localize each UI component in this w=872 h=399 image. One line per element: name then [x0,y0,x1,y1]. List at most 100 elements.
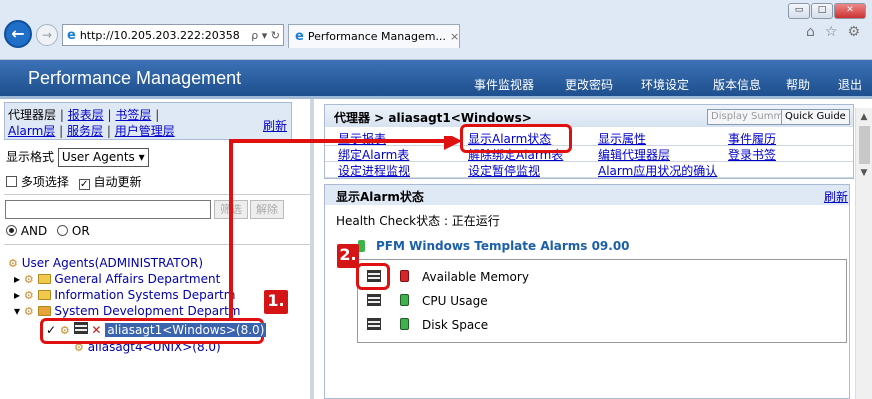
display-format-label: 显示格式 [6,150,55,164]
link-show-properties[interactable]: 显示属性 [598,130,646,147]
window-buttons: ▭ □ ✕ [788,3,866,21]
menu-change-password[interactable]: 更改密码 [565,76,613,93]
tree-item[interactable]: ▸ ⚙ General Affairs Department [14,272,220,286]
gear-icon: ⚙ [59,324,70,337]
tab-close-icon[interactable]: × [450,30,459,43]
auto-update-label: 自动更新 [93,175,142,189]
link-edit-agent-hierarchy[interactable]: 编辑代理器层 [598,146,670,163]
folder-icon [37,290,51,300]
display-format-select[interactable]: User Agents ▾ [57,148,149,167]
alarm-error-icon: ✕ [91,323,102,337]
expand-icon[interactable]: ▸ [14,272,20,286]
open-folder-icon [37,306,51,316]
health-check-status: Health Check状态 : 正在运行 [336,214,500,228]
tab-service-hierarchy[interactable]: 服务层 [67,124,103,138]
auto-update-checkbox[interactable]: ✓ [78,179,90,190]
browser-toolbar: ⌂ ☆ ⚙ [806,24,860,40]
tree-item[interactable]: ▾ ⚙ System Development Departm [14,304,240,318]
selected-agent-label: aliasagt1<Windows>(8.0) [105,323,267,337]
close-window-button[interactable]: ✕ [834,3,866,19]
right-scrollbar[interactable]: ▲ ▼ [855,108,872,399]
filter-input[interactable] [5,200,211,219]
favorites-star-icon[interactable]: ☆ [825,24,838,40]
ie-logo-icon: e [67,27,76,43]
alarm-name: Disk Space [422,318,489,332]
tree-root[interactable]: ⚙ User Agents(ADMINISTRATOR) [8,256,203,270]
tab-alarm-hierarchy[interactable]: Alarm层 [8,124,55,138]
step2-icon-highlight [356,263,390,290]
tab-title: Performance Managem... [307,30,446,43]
agent-monitor-icon [73,322,88,334]
expand-icon[interactable]: ▸ [14,288,20,302]
home-icon[interactable]: ⌂ [806,24,815,40]
scroll-thumb[interactable] [858,126,870,164]
display-format-row: 显示格式 User Agents ▾ [6,148,149,167]
settings-gear-icon[interactable]: ⚙ [847,24,860,40]
alarm-name: Available Memory [422,270,529,284]
alarm-monitor-icon[interactable] [367,294,381,309]
breadcrumb-prefix: 代理器 > [334,111,385,125]
gear-icon: ⚙ [23,305,34,318]
and-or-row: AND OR [6,224,90,238]
alarm-table-status-icon [358,240,365,252]
tree-item-label: System Development Departm [54,304,241,318]
and-radio[interactable] [6,225,17,236]
forward-button[interactable]: → [36,24,58,46]
address-bar[interactable]: e http://10.205.203.222:20358 ρ ▾ ↻ [62,24,284,46]
alarm-status-red-icon [400,270,409,285]
alarm-status-green-icon [400,318,409,333]
alarm-status-title: 显示Alarm状态 [336,190,424,204]
or-label: OR [71,224,90,238]
menu-logout[interactable]: 退出 [838,76,862,93]
menu-environment[interactable]: 环境设定 [641,76,689,93]
menu-version-info[interactable]: 版本信息 [713,76,761,93]
menu-event-monitor[interactable]: 事件监视器 [474,76,534,93]
tree-item[interactable]: ▸ ⚙ Information Systems Departm [14,288,235,302]
menu-help[interactable]: 帮助 [786,76,810,93]
alarm-refresh-link[interactable]: 刷新 [824,188,848,205]
address-controls[interactable]: ρ ▾ ↻ [251,29,283,42]
link-pause-monitor[interactable]: 设定暂停监视 [468,162,540,179]
quick-guide-button[interactable]: Quick Guide [781,109,850,125]
or-radio[interactable] [57,225,69,236]
breadcrumb-agent: aliasagt1<Windows> [388,111,532,125]
collapse-icon[interactable]: ▾ [14,304,20,318]
back-button[interactable]: ← [4,20,32,48]
ie-tab-icon: e [295,29,304,44]
url-text[interactable]: http://10.205.203.222:20358 [80,29,240,42]
step2-link-highlight [460,124,572,153]
folder-icon [37,274,51,284]
selected-agent-row[interactable]: ✓ ⚙ ✕ aliasagt1<Windows>(8.0) [46,322,267,337]
gear-icon: ⚙ [23,273,34,286]
link-alarm-usage-check[interactable]: Alarm应用状况的确认 [598,162,717,179]
tabs-row-2: Alarm层 | 服务层 | 用户管理层 [8,124,175,138]
tab-report-hierarchy[interactable]: 报表层 [68,108,104,122]
scroll-down-icon[interactable]: ▼ [856,168,872,178]
tab-bookmark-hierarchy[interactable]: 书签层 [115,108,151,122]
tab-agent-hierarchy[interactable]: 代理器层 [8,108,56,122]
browser-tab[interactable]: e Performance Managem... × [288,24,460,48]
link-register-bookmark[interactable]: 登录书签 [728,146,776,163]
tree-item-label: General Affairs Department [54,272,221,286]
tree-root-label: User Agents(ADMINISTRATOR) [21,256,204,270]
alarm-table-title[interactable]: PFM Windows Template Alarms 09.00 [376,239,630,253]
left-refresh-link[interactable]: 刷新 [263,117,287,134]
agents-root-icon: ⚙ [8,257,18,270]
tree-item-label: Information Systems Departm [54,288,236,302]
app-title: Performance Management [28,68,242,88]
multi-select-checkbox[interactable] [6,176,17,187]
link-event-history[interactable]: 事件履历 [728,130,776,147]
tabs-row-1: 代理器层 | 报表层 | 书签层 | [8,108,160,122]
tab-user-management[interactable]: 用户管理层 [115,124,175,138]
minimize-button[interactable]: ▭ [788,3,810,19]
alarm-monitor-icon[interactable] [367,318,381,333]
step2-badge: 2. [337,244,359,268]
and-label: AND [20,224,48,238]
alarm-status-green-icon [400,294,409,309]
options-row: 多项选择 ✓ 自动更新 [6,173,142,190]
checkmark-icon: ✓ [46,323,57,337]
scroll-up-icon[interactable]: ▲ [856,112,872,122]
maximize-button[interactable]: □ [811,3,833,19]
gear-icon: ⚙ [23,289,34,302]
alarm-name: CPU Usage [422,294,488,308]
